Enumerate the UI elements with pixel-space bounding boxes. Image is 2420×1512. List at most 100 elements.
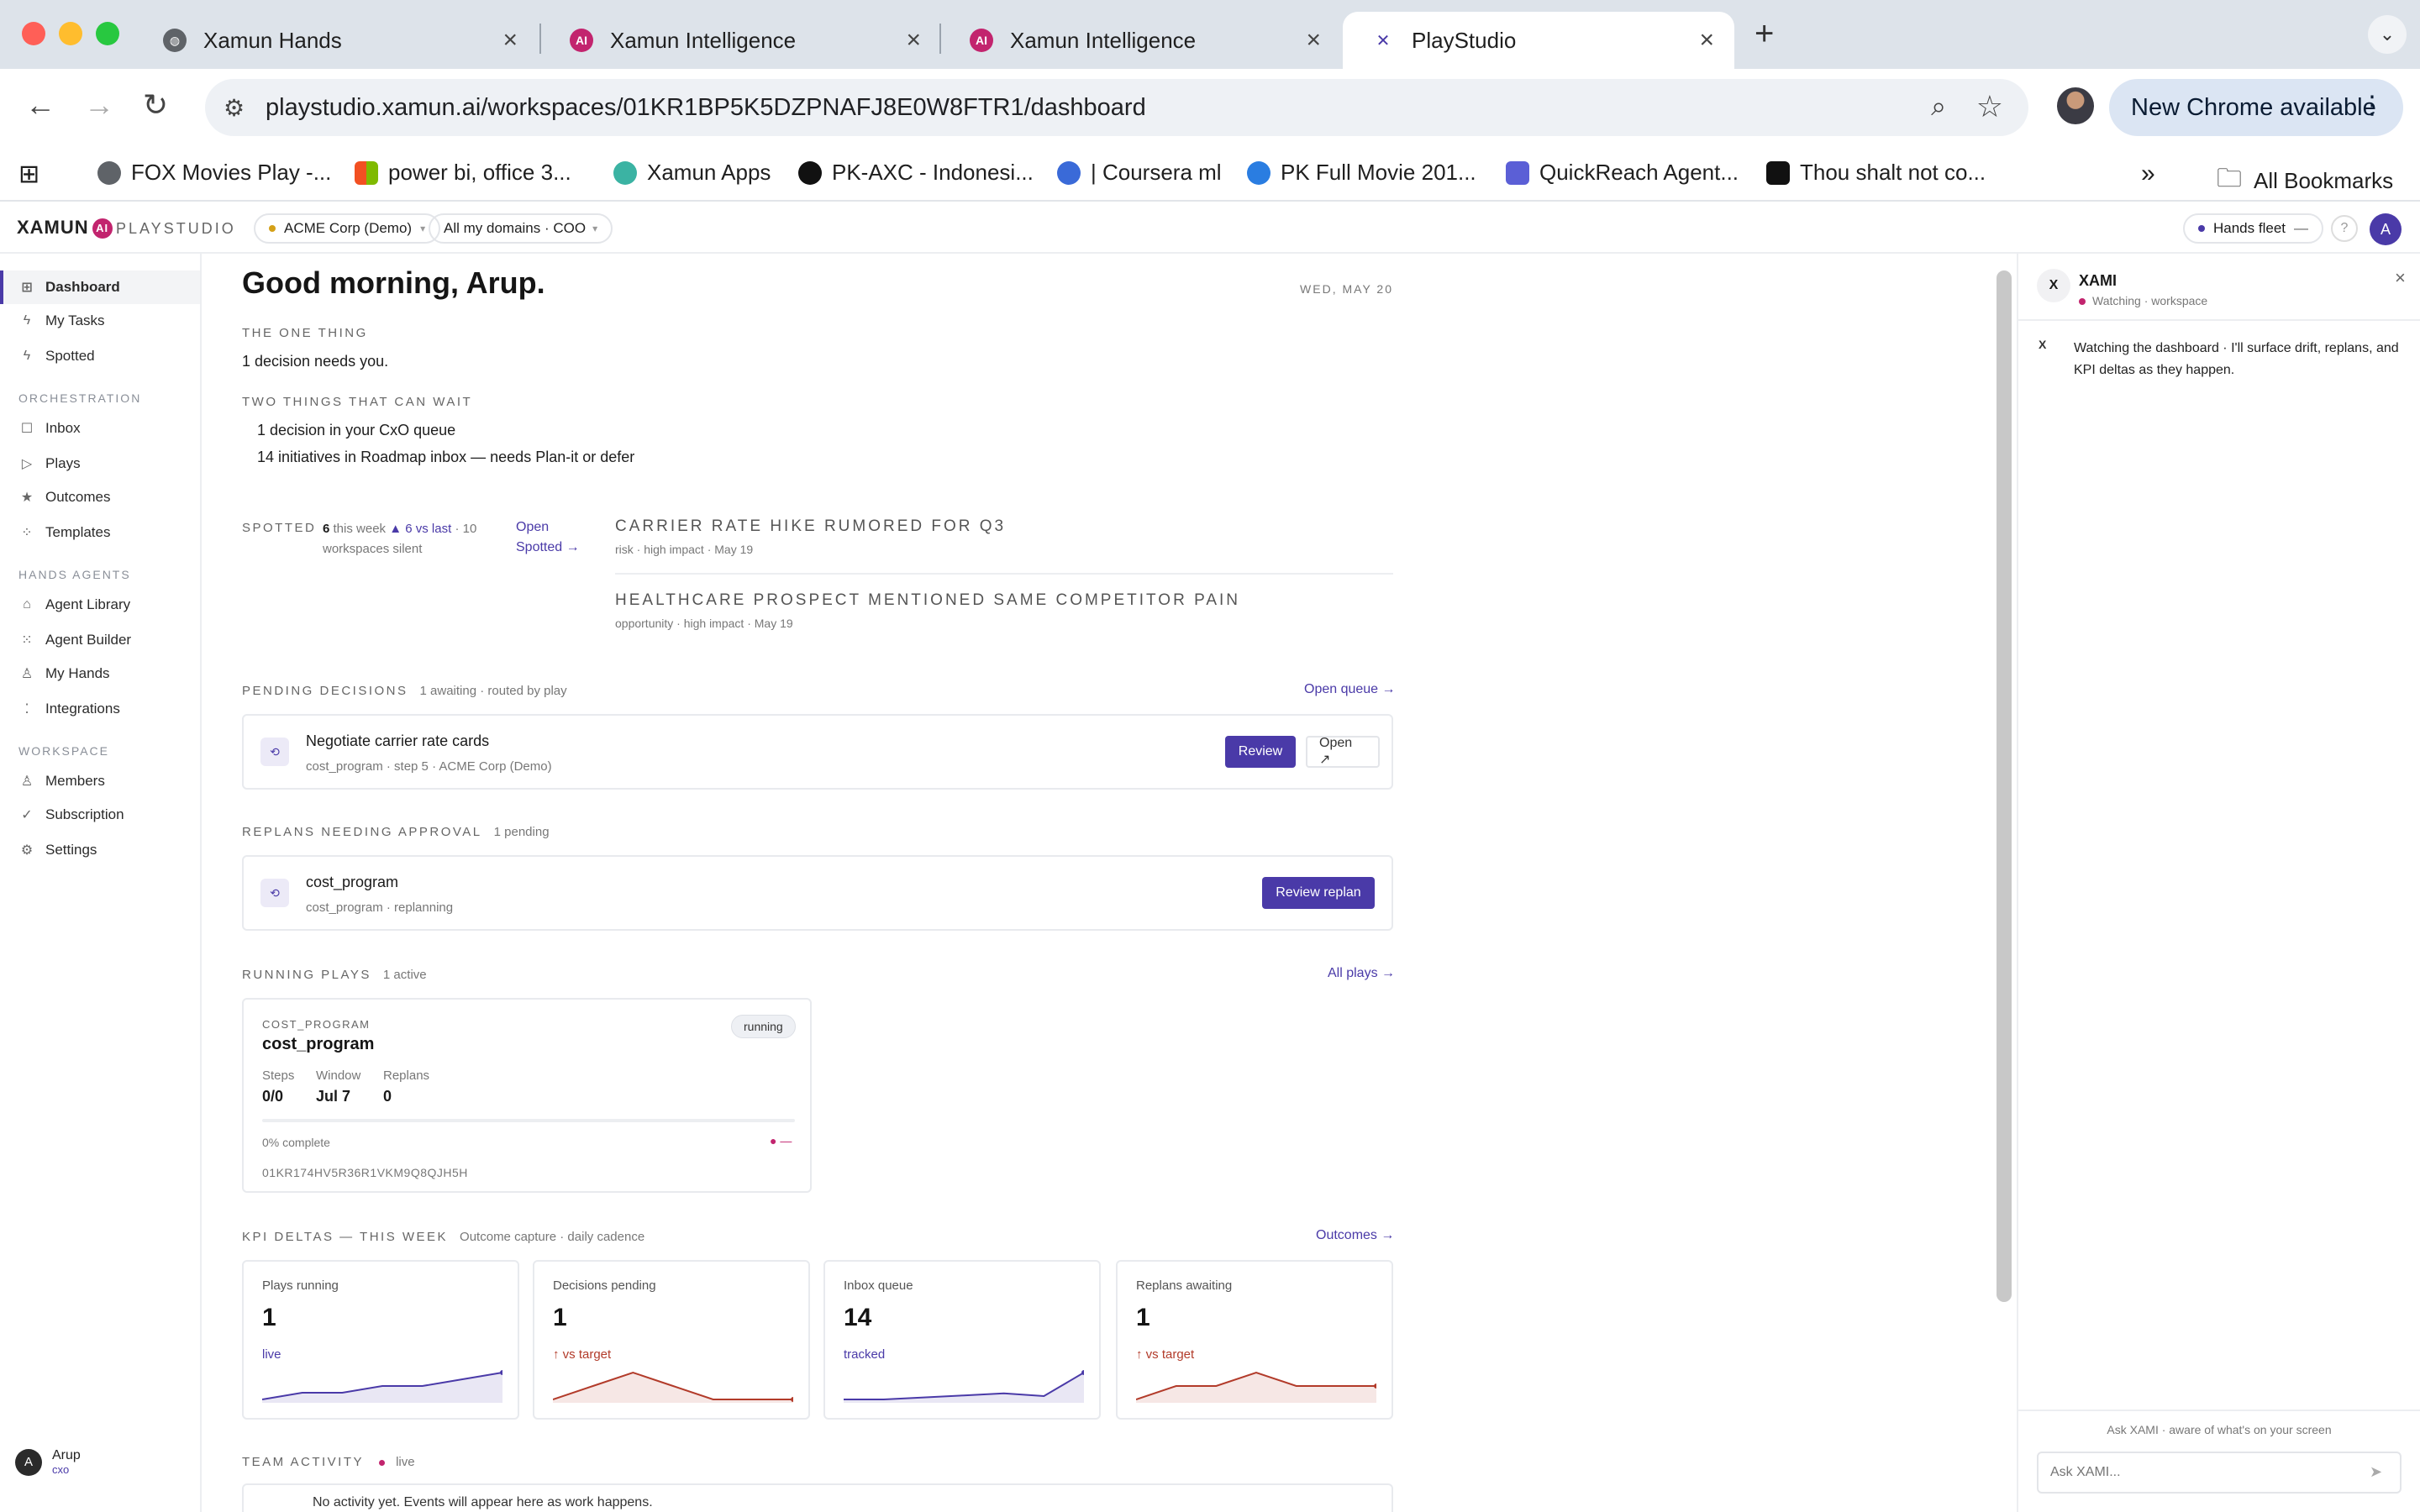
kpi-card[interactable]: Replans awaiting 1 ↑ vs target xyxy=(1116,1260,1393,1420)
play-stat: Replans 0 xyxy=(383,1068,429,1105)
bookmark-label: PK Full Movie 201... xyxy=(1281,160,1476,185)
stat-value: 0 xyxy=(383,1088,392,1105)
hands-fleet-button[interactable]: Hands fleet — xyxy=(2183,213,2323,244)
can-wait-item[interactable]: 14 initiatives in Roadmap inbox — needs … xyxy=(257,449,634,466)
kpi-sparkline xyxy=(1136,1371,1376,1403)
play-card[interactable]: COST_PROGRAM cost_program running Steps … xyxy=(242,998,812,1193)
more-bookmarks-icon[interactable]: » xyxy=(2141,160,2155,188)
forward-arrow-icon[interactable]: → xyxy=(84,87,114,123)
kpi-card[interactable]: Plays running 1 live xyxy=(242,1260,519,1420)
sidebar-item-agent-library[interactable]: ⌂ Agent Library xyxy=(0,588,200,622)
xamun-x-icon: ✕ xyxy=(1371,29,1395,52)
tab-close-icon[interactable]: × xyxy=(502,26,518,55)
bookmark-item[interactable]: QuickReach Agent... xyxy=(1506,160,1739,186)
sidebar-item-settings[interactable]: ⚙ Settings xyxy=(0,833,200,867)
window-maximize-button[interactable] xyxy=(96,22,119,45)
sidebar-item-plays[interactable]: ▷ Plays xyxy=(0,447,200,480)
sidebar-item-subscription[interactable]: ✓ Subscription xyxy=(0,798,200,832)
ask-xami-input[interactable] xyxy=(2037,1452,2402,1494)
bookmark-item[interactable]: Xamun Apps xyxy=(613,160,771,186)
sidebar-item-label: Subscription xyxy=(45,806,124,822)
user-avatar[interactable]: A xyxy=(2370,213,2402,245)
sidebar-item-members[interactable]: ♙ Members xyxy=(0,764,200,798)
window-minimize-button[interactable] xyxy=(59,22,82,45)
quickreach-icon xyxy=(1506,160,1529,185)
apps-grid-icon[interactable]: ⊞ xyxy=(18,160,39,189)
open-decision-button[interactable]: Open ↗ xyxy=(1306,736,1380,768)
sidebar-item-templates[interactable]: ⁘ Templates xyxy=(0,516,200,549)
bookmark-star-icon[interactable]: ☆ xyxy=(1976,89,2003,124)
sidebar-item-outcomes[interactable]: ★ Outcomes xyxy=(0,480,200,514)
browser-tab-xamun-intelligence-2[interactable]: AI Xamun Intelligence × xyxy=(941,12,1341,69)
stat-value: Jul 7 xyxy=(316,1088,351,1105)
sidebar-item-agent-builder[interactable]: ⁙ Agent Builder xyxy=(0,623,200,657)
spotted-item-title[interactable]: HEALTHCARE PROSPECT MENTIONED SAME COMPE… xyxy=(615,591,1240,610)
kpi-label: Plays running xyxy=(262,1278,339,1293)
spotted-item-title[interactable]: CARRIER RATE HIKE RUMORED FOR Q3 xyxy=(615,517,1006,536)
stat-value: 0/0 xyxy=(262,1088,284,1105)
address-bar[interactable]: ⚙ playstudio.xamun.ai/workspaces/01KR1BP… xyxy=(205,79,2028,136)
help-icon[interactable]: ? xyxy=(2331,215,2358,242)
close-icon[interactable]: × xyxy=(2395,267,2406,289)
sidebar-item-my-hands[interactable]: ♙ My Hands xyxy=(0,657,200,690)
bookmark-item[interactable]: FOX Movies Play -... xyxy=(97,160,331,186)
pending-decisions-label: PENDING DECISIONS 1 awaiting · routed by … xyxy=(242,684,567,698)
kpi-card[interactable]: Decisions pending 1 ↑ vs target xyxy=(533,1260,810,1420)
user-name: Arup xyxy=(52,1448,81,1462)
review-replan-button[interactable]: Review replan xyxy=(1262,877,1375,909)
browser-tab-playstudio[interactable]: ✕ PlayStudio × xyxy=(1343,12,1734,69)
bookmark-item[interactable]: power bi, office 3... xyxy=(355,160,571,186)
browser-tab-xamun-hands[interactable]: ◍ Xamun Hands × xyxy=(134,12,538,69)
sidebar-item-spotted[interactable]: ϟ Spotted xyxy=(0,339,200,373)
chevron-down-icon[interactable]: ⌄ xyxy=(2368,15,2407,54)
reload-icon[interactable]: ↻ xyxy=(143,87,168,123)
profile-avatar[interactable] xyxy=(2057,87,2094,124)
site-settings-icon[interactable]: ⚙ xyxy=(224,94,245,122)
all-bookmarks-button[interactable]: 🗀 All Bookmarks xyxy=(2217,160,2393,202)
sidebar-item-my-tasks[interactable]: ϟ My Tasks xyxy=(0,304,200,338)
tab-close-icon[interactable]: × xyxy=(1699,26,1714,55)
org-switcher[interactable]: ACME Corp (Demo) ▾ xyxy=(254,213,441,244)
domain-switcher[interactable]: All my domains · COO ▾ xyxy=(429,213,613,244)
zoom-icon[interactable]: ⌕ xyxy=(1931,91,1946,123)
all-plays-link[interactable]: All plays → xyxy=(1328,966,1395,981)
tab-close-icon[interactable]: × xyxy=(906,26,921,55)
open-queue-link[interactable]: Open queue → xyxy=(1304,682,1396,697)
decision-card[interactable]: ⟲ Negotiate carrier rate cards cost_prog… xyxy=(242,714,1393,790)
progress-tail: ● — xyxy=(770,1134,792,1147)
play-circle-icon xyxy=(1247,160,1270,185)
update-chrome-button[interactable]: New Chrome available ⋮ xyxy=(2109,79,2403,136)
send-icon[interactable]: ➤ xyxy=(2370,1463,2382,1481)
window-close-button[interactable] xyxy=(22,22,45,45)
tab-close-icon[interactable]: × xyxy=(1306,26,1321,55)
xami-header: X XAMI Watching · workspace × xyxy=(2018,254,2420,321)
review-button[interactable]: Review xyxy=(1225,736,1296,768)
kpi-sparkline xyxy=(262,1370,502,1403)
xamun-logo[interactable]: XAMUN AI xyxy=(17,217,113,239)
bookmark-item[interactable]: Thou shalt not co... xyxy=(1766,160,1986,186)
tab-title: Xamun Intelligence xyxy=(610,27,797,53)
back-arrow-icon[interactable]: ← xyxy=(25,87,55,123)
sidebar-item-inbox[interactable]: ☐ Inbox xyxy=(0,412,200,445)
sidebar-user[interactable]: A Arup cxo xyxy=(15,1448,81,1476)
sidebar-item-integrations[interactable]: ⁚ Integrations xyxy=(0,692,200,726)
bookmark-item[interactable]: | Coursera ml xyxy=(1057,160,1222,186)
gear-icon: ⚙ xyxy=(20,843,34,858)
replan-card[interactable]: ⟲ cost_program cost_program · replanning… xyxy=(242,855,1393,931)
can-wait-item[interactable]: 1 decision in your CxO queue xyxy=(257,422,455,439)
kpi-sub: Outcome capture · daily cadence xyxy=(460,1230,645,1244)
bookmark-item[interactable]: PK Full Movie 201... xyxy=(1247,160,1476,186)
new-tab-icon[interactable]: + xyxy=(1754,15,1774,53)
browser-tab-xamun-intelligence-1[interactable]: AI Xamun Intelligence × xyxy=(541,12,941,69)
kpi-card[interactable]: Inbox queue 14 tracked xyxy=(823,1260,1101,1420)
open-spotted-link[interactable]: Open Spotted → xyxy=(516,517,597,558)
fleet-label: Hands fleet xyxy=(2213,220,2286,236)
bookmark-item[interactable]: PK-AXC - Indonesi... xyxy=(798,160,1034,186)
sparkline-area xyxy=(844,1373,1084,1403)
main-scrollbar[interactable] xyxy=(1996,270,2012,1302)
team-activity-card: No activity yet. Events will appear here… xyxy=(242,1483,1393,1512)
more-vertical-icon[interactable]: ⋮ xyxy=(2360,91,2385,120)
outcomes-link[interactable]: Outcomes → xyxy=(1316,1228,1394,1243)
sidebar-item-dashboard[interactable]: ⊞ Dashboard xyxy=(0,270,200,304)
globe-icon: ◍ xyxy=(163,29,187,52)
